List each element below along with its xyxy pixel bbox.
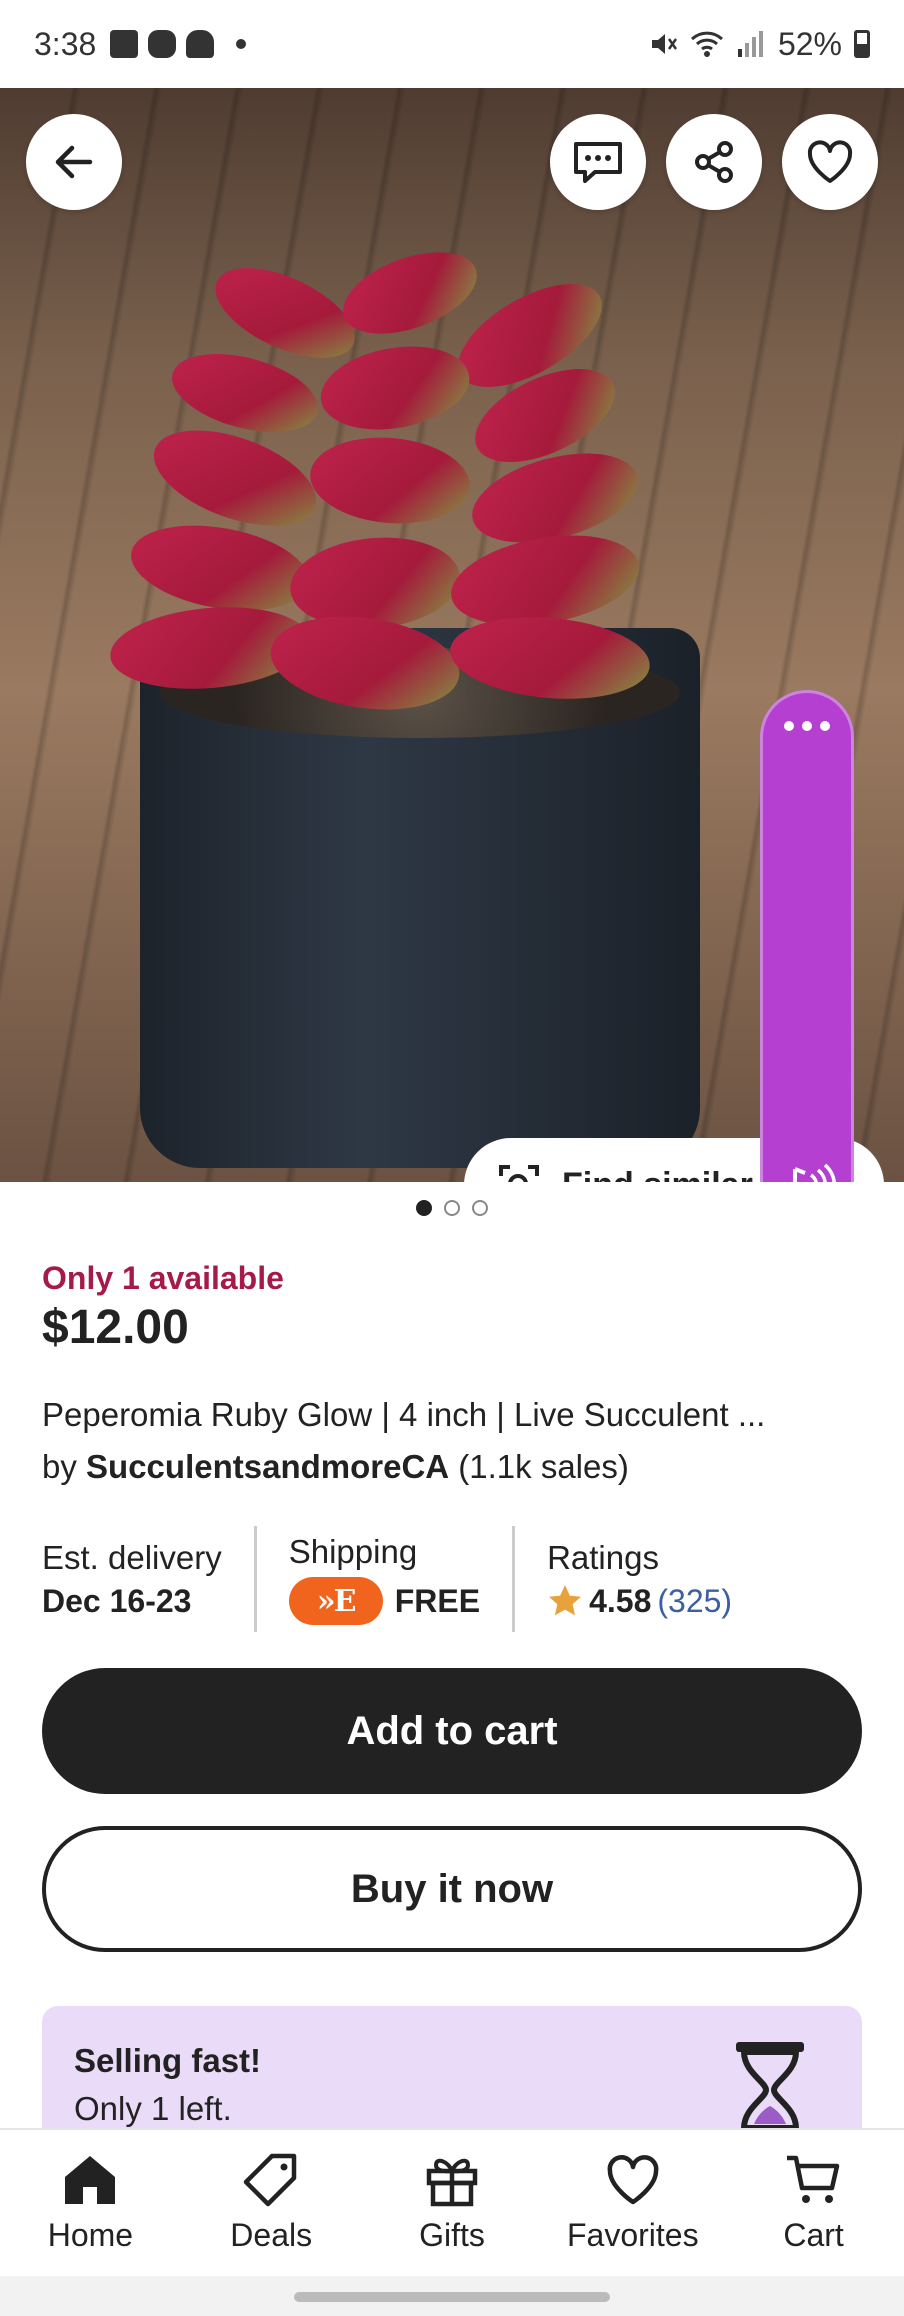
shop-name-link[interactable]: SucculentsandmoreCA — [86, 1448, 449, 1485]
delivery-dates: Dec 16-23 — [42, 1582, 192, 1619]
nav-home[interactable]: Home — [10, 2153, 170, 2254]
delivery-info: Est. delivery Dec 16-23 — [42, 1538, 222, 1619]
nav-deals[interactable]: Deals — [191, 2153, 351, 2254]
star-icon — [549, 1585, 582, 1616]
gift-icon — [426, 2158, 478, 2206]
tag-icon — [243, 2153, 297, 2206]
product-page: 3:38 52% Only 1 available $12.00 Peperom… — [0, 0, 904, 2316]
find-similar-label: Find similar — [562, 1166, 753, 1183]
message-seller-button[interactable] — [550, 114, 646, 210]
game-controller-icon — [148, 30, 177, 58]
shipping-value: FREE — [394, 1582, 481, 1619]
availability-text: Only 1 available — [42, 1260, 284, 1296]
rating-value: 4.58 — [589, 1582, 652, 1619]
page-dot[interactable] — [416, 1200, 432, 1216]
cart-icon — [786, 2155, 839, 2203]
price: $12.00 — [42, 1301, 189, 1354]
shop-byline: by SucculentsandmoreCA (1.1k sales) — [42, 1448, 629, 1485]
arrow-left-icon — [55, 145, 93, 179]
shipping-info: Shipping »E FREE — [288, 1526, 481, 1632]
divider — [512, 1526, 516, 1632]
home-indicator[interactable] — [294, 2292, 610, 2302]
ratings-info[interactable]: Ratings 4.58 (325) — [547, 1526, 732, 1632]
battery-percent: 52% — [777, 25, 842, 62]
status-time: 3:38 — [34, 25, 97, 62]
nav-cart[interactable]: Cart — [734, 2153, 894, 2254]
hourglass-icon — [736, 2042, 804, 2138]
gallery-icon — [110, 30, 139, 58]
more-options-icon[interactable] — [784, 721, 830, 731]
rating-count-link[interactable]: (325) — [657, 1583, 732, 1620]
heart-icon — [607, 2154, 659, 2204]
bottom-navigation: Home Deals Gifts Favorites Cart — [0, 2128, 904, 2276]
succulent-plant — [106, 236, 710, 798]
status-bar: 3:38 52% — [0, 0, 904, 88]
nav-favorites[interactable]: Favorites — [553, 2153, 713, 2254]
add-to-cart-button[interactable]: Add to cart — [42, 1668, 862, 1794]
sales-count: (1.1k sales) — [458, 1448, 629, 1485]
favorite-button[interactable] — [782, 114, 878, 210]
nav-gifts[interactable]: Gifts — [372, 2153, 532, 2254]
back-button[interactable] — [26, 114, 122, 210]
visual-search-icon — [499, 1165, 539, 1182]
music-recognition-icon[interactable] — [777, 1159, 837, 1182]
battery-icon — [854, 30, 870, 58]
buy-it-now-button[interactable]: Buy it now — [42, 1826, 862, 1952]
snapchat-icon — [186, 30, 215, 58]
system-home-bar[interactable] — [0, 2276, 904, 2316]
signal-icon — [737, 31, 763, 57]
promo-subtext: Only 1 left. — [74, 2090, 232, 2127]
share-icon — [695, 141, 733, 183]
promo-heading: Selling fast! — [74, 2042, 262, 2079]
image-pagination[interactable] — [0, 1200, 904, 1216]
notification-dot-icon — [236, 39, 247, 49]
mute-icon — [651, 34, 677, 54]
wifi-icon — [690, 31, 723, 57]
etsy-shipping-badge-icon: »E — [288, 1577, 383, 1625]
page-dot[interactable] — [444, 1200, 460, 1216]
assistant-overlay[interactable] — [760, 690, 854, 1182]
heart-icon — [807, 140, 853, 183]
divider — [253, 1526, 257, 1632]
product-image[interactable]: Find similar — [0, 88, 904, 1182]
share-button[interactable] — [666, 114, 762, 210]
chat-icon — [574, 142, 622, 183]
home-icon — [65, 2155, 116, 2204]
listing-info-row: Est. delivery Dec 16-23 Shipping »E FREE… — [42, 1526, 862, 1632]
listing-title[interactable]: Peperomia Ruby Glow | 4 inch | Live Succ… — [42, 1396, 872, 1434]
page-dot[interactable] — [472, 1200, 488, 1216]
